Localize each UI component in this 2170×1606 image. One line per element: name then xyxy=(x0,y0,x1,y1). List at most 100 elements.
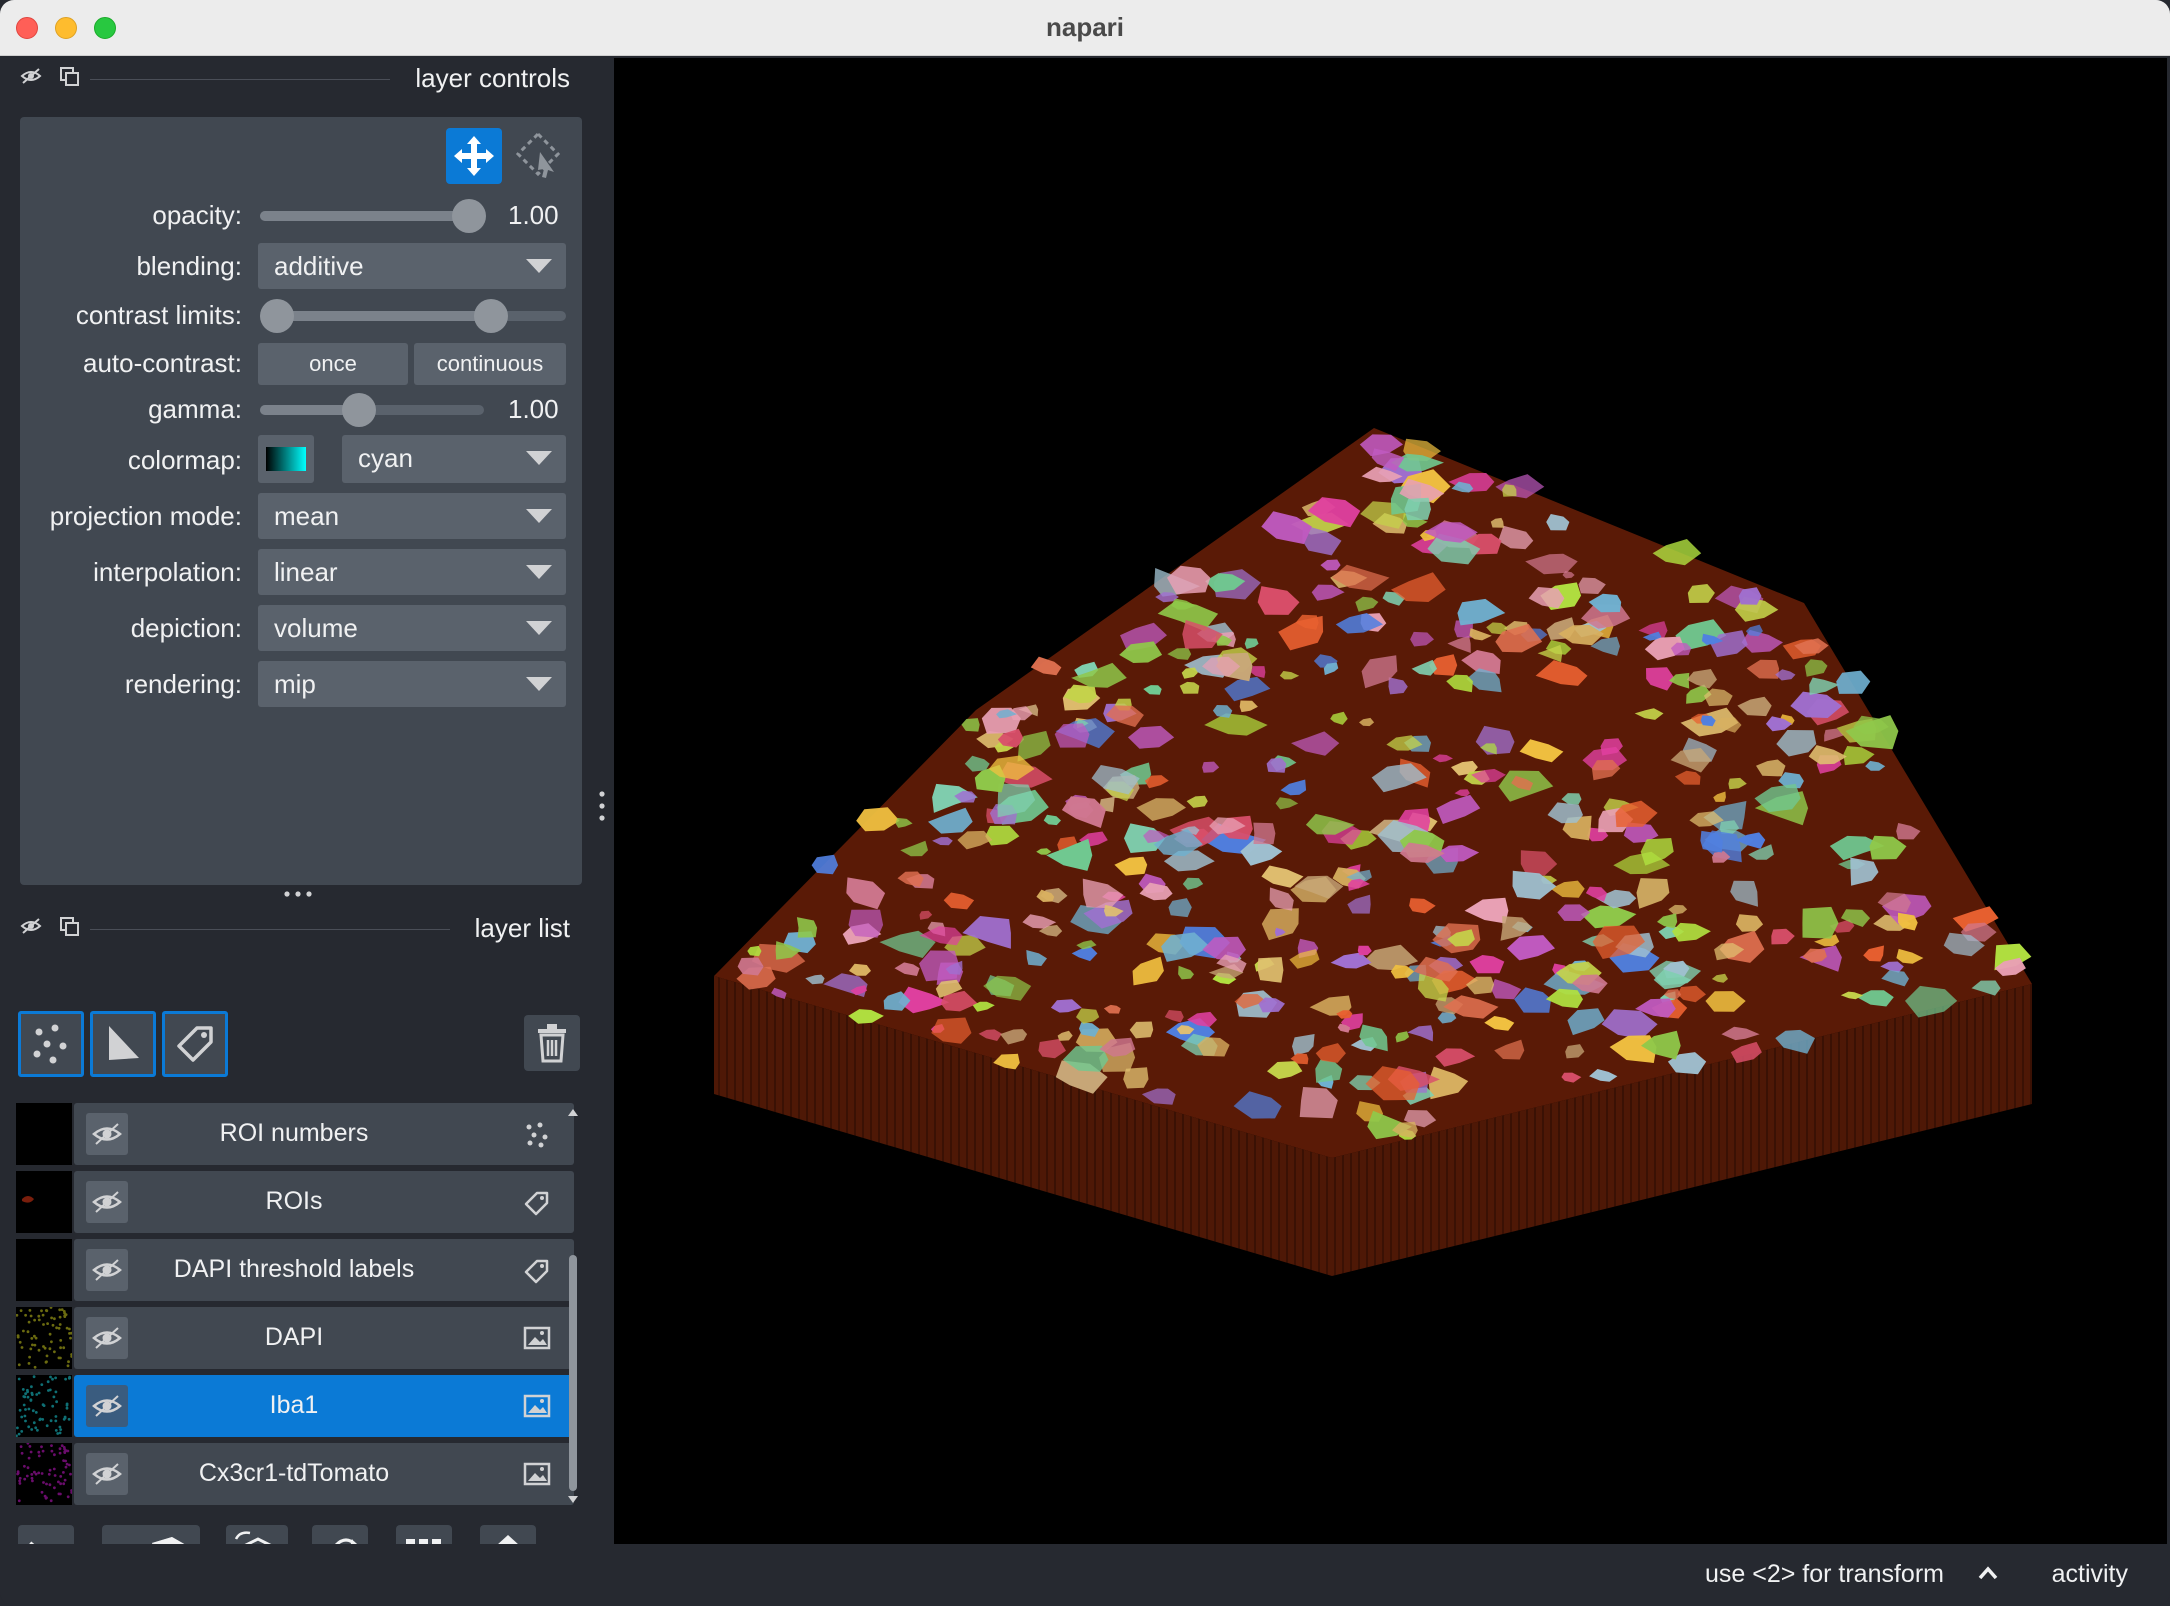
header-divider xyxy=(90,79,390,80)
chevron-down-icon xyxy=(526,259,552,273)
delete-layer-button[interactable] xyxy=(524,1015,580,1071)
blending-select[interactable]: additive xyxy=(258,243,566,289)
hide-eye-icon[interactable] xyxy=(20,915,42,937)
roi-blob xyxy=(1253,822,1276,845)
chevron-up-icon[interactable] xyxy=(1976,1562,2000,1586)
layer-controls-box: opacity: 1.00 blending: additive contras… xyxy=(20,117,582,885)
colormap-row: colormap: cyan xyxy=(20,435,582,483)
trash-icon xyxy=(538,1024,566,1063)
header-divider xyxy=(90,929,450,930)
layer-thumbnail xyxy=(16,1239,72,1301)
volume-rendering xyxy=(714,428,2032,1276)
chevron-down-icon xyxy=(526,565,552,579)
layer-item-body[interactable]: DAPI threshold labels xyxy=(74,1239,574,1301)
image-icon xyxy=(520,1457,554,1491)
eye-icon xyxy=(92,1123,122,1145)
layer-row[interactable]: Cx3cr1-tdTomato xyxy=(16,1443,574,1505)
points-icon xyxy=(33,1024,67,1064)
interpolation-value: linear xyxy=(274,557,338,587)
layer-name[interactable]: ROIs xyxy=(134,1187,454,1216)
interpolation-row: interpolation: linear xyxy=(20,549,582,595)
eye-icon xyxy=(92,1259,122,1281)
float-panel-icon[interactable] xyxy=(58,65,80,87)
hide-eye-icon[interactable] xyxy=(20,65,42,87)
layer-name[interactable]: Cx3cr1-tdTomato xyxy=(134,1459,454,1488)
activity-button[interactable]: activity xyxy=(2052,1560,2128,1589)
roi-blob xyxy=(1257,957,1284,983)
eye-icon xyxy=(92,1327,122,1349)
rendering-label: rendering: xyxy=(124,669,242,699)
layer-list-title: layer list xyxy=(474,913,570,943)
projection-mode-select[interactable]: mean xyxy=(258,493,566,539)
visibility-toggle[interactable] xyxy=(86,1453,128,1495)
layer-name[interactable]: Iba1 xyxy=(134,1391,454,1420)
contrast-limits-label: contrast limits: xyxy=(75,300,242,330)
dock-resize-handle-icon[interactable] xyxy=(594,786,610,826)
contrast-limits-row: contrast limits: xyxy=(20,293,582,339)
status-message: use <2> for transform xyxy=(1704,1560,1944,1588)
contrast-low-handle[interactable] xyxy=(260,299,294,333)
layer-item-body[interactable]: ROI numbers xyxy=(74,1103,574,1165)
transform-select-icon xyxy=(515,131,561,178)
depiction-value: volume xyxy=(274,613,358,643)
auto-contrast-label: auto-contrast: xyxy=(83,348,242,378)
depiction-row: depiction: volume xyxy=(20,605,582,651)
layer-name[interactable]: DAPI xyxy=(134,1323,454,1352)
layer-row[interactable]: ROIs xyxy=(16,1171,574,1233)
layer-row[interactable]: ROI numbers xyxy=(16,1103,574,1165)
gamma-value: 1.00 xyxy=(508,394,559,424)
new-points-layer-button[interactable] xyxy=(18,1011,84,1077)
layer-item-body[interactable]: Iba1 xyxy=(74,1375,574,1437)
layer-row[interactable]: Iba1 xyxy=(16,1375,574,1437)
contrast-high-handle[interactable] xyxy=(474,299,508,333)
new-labels-layer-button[interactable] xyxy=(162,1011,228,1077)
splitter-handle-icon[interactable] xyxy=(282,889,314,899)
colormap-swatch-button[interactable] xyxy=(258,435,314,483)
napari-window: napari layer controls opacity: 1.00 blen… xyxy=(0,0,2170,1606)
eye-icon xyxy=(92,1463,122,1485)
roi-blob xyxy=(1836,670,1871,694)
window-title: napari xyxy=(1045,12,1125,42)
layer-thumbnail xyxy=(16,1375,72,1437)
layer-item-body[interactable]: ROIs xyxy=(74,1171,574,1233)
transform-button[interactable] xyxy=(510,128,566,184)
float-panel-icon[interactable] xyxy=(58,915,80,937)
layer-list-scrollbar[interactable] xyxy=(564,1105,582,1507)
layer-item-body[interactable]: Cx3cr1-tdTomato xyxy=(74,1443,574,1505)
layer-name[interactable]: ROI numbers xyxy=(134,1119,454,1148)
depiction-select[interactable]: volume xyxy=(258,605,566,651)
auto-contrast-continuous-button[interactable]: continuous xyxy=(414,343,566,385)
labels-icon xyxy=(520,1253,554,1287)
visibility-toggle[interactable] xyxy=(86,1181,128,1223)
colormap-swatch xyxy=(266,447,306,471)
depiction-label: depiction: xyxy=(130,613,242,643)
move-arrows-icon xyxy=(454,136,494,176)
status-bar: use <2> for transform activity xyxy=(0,1544,2170,1606)
opacity-label: opacity: xyxy=(152,200,242,230)
visibility-toggle[interactable] xyxy=(86,1385,128,1427)
new-shapes-layer-button[interactable] xyxy=(90,1011,156,1077)
layer-item-body[interactable]: DAPI xyxy=(74,1307,574,1369)
rendering-select[interactable]: mip xyxy=(258,661,566,707)
layer-thumbnail xyxy=(16,1443,72,1505)
gamma-slider-handle[interactable] xyxy=(342,393,376,427)
layer-name[interactable]: DAPI threshold labels xyxy=(134,1255,454,1284)
pan-zoom-button[interactable] xyxy=(446,128,502,184)
layer-row[interactable]: DAPI xyxy=(16,1307,574,1369)
interpolation-select[interactable]: linear xyxy=(258,549,566,595)
blending-row: blending: additive xyxy=(20,243,582,289)
opacity-row: opacity: 1.00 xyxy=(20,193,582,239)
visibility-toggle[interactable] xyxy=(86,1317,128,1359)
layer-thumbnail xyxy=(16,1103,72,1165)
viewer-canvas[interactable] xyxy=(614,58,2167,1544)
contrast-limits-range xyxy=(276,311,490,321)
colormap-label: colormap: xyxy=(127,445,242,475)
chevron-down-icon xyxy=(526,621,552,635)
opacity-slider-handle[interactable] xyxy=(452,199,486,233)
auto-contrast-row: auto-contrast: once continuous xyxy=(20,341,582,387)
colormap-select[interactable]: cyan xyxy=(342,435,566,483)
visibility-toggle[interactable] xyxy=(86,1249,128,1291)
layer-row[interactable]: DAPI threshold labels xyxy=(16,1239,574,1301)
auto-contrast-once-button[interactable]: once xyxy=(258,343,408,385)
visibility-toggle[interactable] xyxy=(86,1113,128,1155)
